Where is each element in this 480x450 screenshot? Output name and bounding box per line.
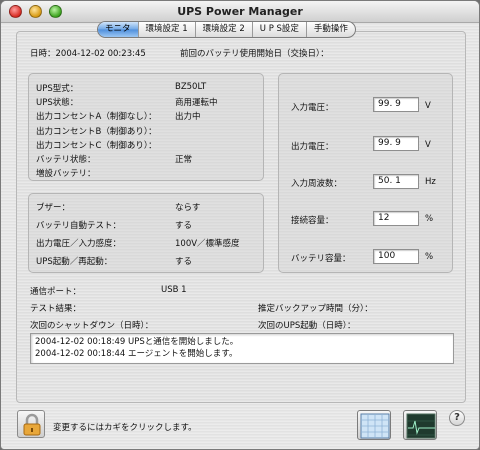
comm-port-label: 通信ポート： xyxy=(30,287,82,297)
input-frequency-field: 50. 1 xyxy=(373,174,419,189)
lock-icon xyxy=(23,413,41,436)
battery-capacity-unit: % xyxy=(425,252,434,262)
battery-capacity-field: 100 xyxy=(373,249,419,264)
waveform-graph-icon xyxy=(406,413,436,439)
input-frequency-unit: Hz xyxy=(425,177,436,187)
ups-state-value: 商用運転中 xyxy=(175,98,218,108)
output-voltage-reading-label: 出力電圧： xyxy=(291,142,334,152)
title-bar: UPS Power Manager xyxy=(1,1,479,23)
ups-startup-value: する xyxy=(175,257,193,267)
log-entry: 2004-12-02 00:18:44 エージェントを開始します。 xyxy=(35,349,238,359)
tab-manual-operation[interactable]: 手動操作 xyxy=(307,22,355,37)
output-voltage-value: 100V／標準感度 xyxy=(175,239,240,249)
auto-test-value: する xyxy=(175,221,193,231)
load-capacity-unit: % xyxy=(425,214,434,224)
ups-model-value: BZ50LT xyxy=(175,82,207,92)
outlet-a-value: 出力中 xyxy=(175,112,201,122)
help-button[interactable]: ? xyxy=(449,410,465,426)
event-log[interactable]: 2004-12-02 00:18:49 UPSと通信を開始しました。 2004-… xyxy=(30,333,454,364)
battery-state-value: 正常 xyxy=(175,155,193,165)
ups-model-label: UPS型式： xyxy=(36,84,79,94)
ups-startup-label: UPS起動／再起動： xyxy=(36,257,113,267)
main-window: UPS Power Manager モニタ 環境設定 1 環境設定 2 U P … xyxy=(0,0,480,450)
output-voltage-label: 出力電圧／入力感度： xyxy=(36,239,122,249)
tab-ups-settings[interactable]: U P S設定 xyxy=(253,22,307,37)
buzzer-label: ブザー： xyxy=(36,203,71,213)
lock-hint-text: 変更するにはカギをクリックします。 xyxy=(53,423,197,433)
datetime-text: 日時：2004-12-02 00:23:45 xyxy=(30,49,146,59)
monitor-grid-icon xyxy=(360,413,390,439)
load-capacity-field: 12 xyxy=(373,211,419,226)
next-startup-label: 次回のUPS起動（日時）： xyxy=(258,321,356,331)
input-voltage-label: 入力電圧： xyxy=(291,103,334,113)
comm-port-value: USB 1 xyxy=(161,285,187,295)
graph-view-button[interactable] xyxy=(403,410,437,440)
output-voltage-field: 99. 9 xyxy=(373,136,419,151)
input-voltage-field: 99. 9 xyxy=(373,97,419,112)
next-shutdown-label: 次回のシャットダウン（日時）： xyxy=(30,321,154,331)
outlet-b-label: 出力コンセントB（制御あり）： xyxy=(36,127,157,137)
backup-time-label: 推定バックアップ時間（分）： xyxy=(258,304,373,314)
outlet-a-label: 出力コンセントA（制御なし）： xyxy=(36,112,157,122)
load-capacity-label: 接続容量： xyxy=(291,216,334,226)
log-entry: 2004-12-02 00:18:49 UPSと通信を開始しました。 xyxy=(35,337,239,347)
tab-bar: モニタ 環境設定 1 環境設定 2 U P S設定 手動操作 xyxy=(97,21,356,38)
buzzer-value: ならす xyxy=(175,203,201,213)
test-result-label: テスト結果： xyxy=(30,304,82,314)
input-frequency-label: 入力周波数： xyxy=(291,179,343,189)
tab-monitor[interactable]: モニタ xyxy=(98,22,139,37)
battery-capacity-label: バッテリ容量： xyxy=(291,254,351,264)
window-title: UPS Power Manager xyxy=(177,5,303,18)
input-voltage-unit: V xyxy=(425,101,431,111)
extra-battery-label: 増設バッテリ： xyxy=(36,169,96,179)
battery-start-label: 前回のバッテリ使用開始日（交換日）： xyxy=(180,49,329,59)
auto-test-label: バッテリ自動テスト： xyxy=(36,221,122,231)
lock-button[interactable] xyxy=(17,410,45,438)
tab-settings-2[interactable]: 環境設定 2 xyxy=(196,22,253,37)
outlet-c-label: 出力コンセントC（制御あり）： xyxy=(36,141,157,151)
tab-settings-1[interactable]: 環境設定 1 xyxy=(139,22,196,37)
ups-state-label: UPS状態： xyxy=(36,98,79,108)
monitor-view-button[interactable] xyxy=(357,410,391,440)
battery-state-label: バッテリ状態： xyxy=(36,155,96,165)
output-voltage-unit: V xyxy=(425,140,431,150)
